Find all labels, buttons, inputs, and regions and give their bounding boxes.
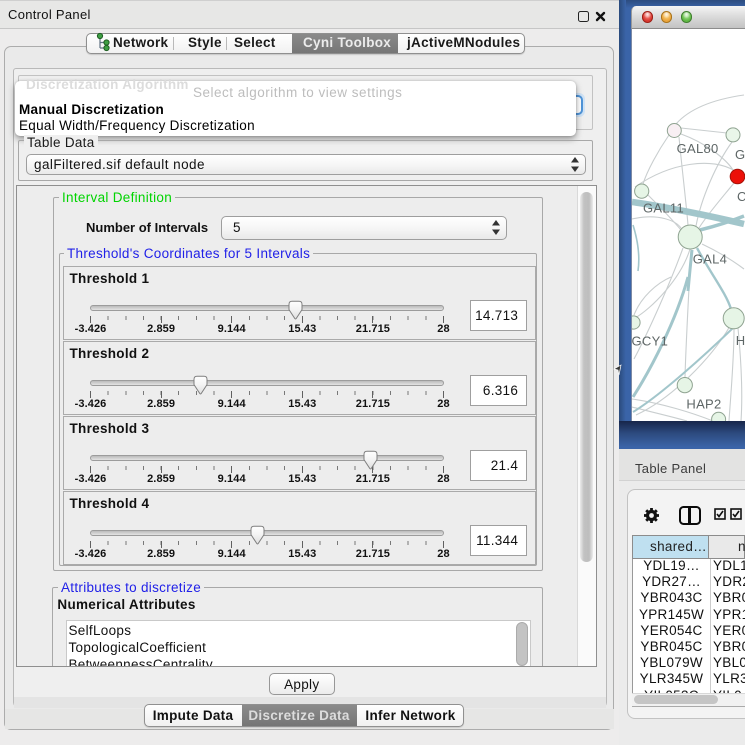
svg-text:H: H	[736, 333, 745, 348]
svg-text:GAL11: GAL11	[643, 201, 684, 216]
svg-text:GAL4: GAL4	[693, 252, 727, 267]
svg-text:G.: G.	[735, 147, 745, 162]
svg-text:HAP2: HAP2	[686, 397, 721, 412]
svg-text:GAL80: GAL80	[677, 141, 719, 156]
svg-text:GCY1: GCY1	[632, 334, 668, 349]
svg-text:C: C	[737, 189, 745, 204]
